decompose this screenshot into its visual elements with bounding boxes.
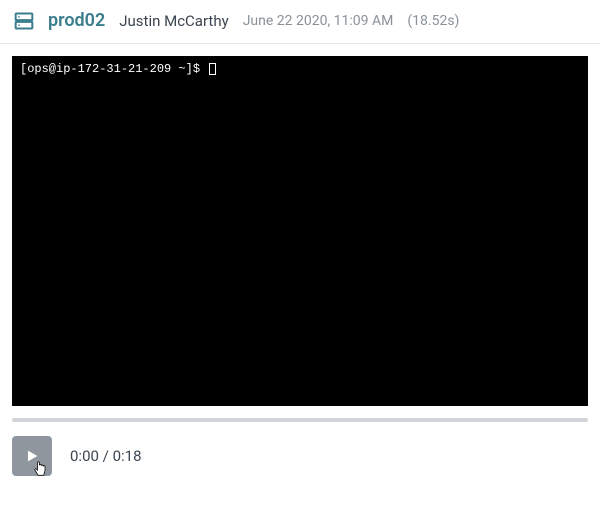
play-icon bbox=[24, 448, 40, 464]
terminal-prompt: [ops@ip-172-31-21-209 ~]$ bbox=[20, 62, 207, 76]
time-display: 0:00 / 0:18 bbox=[70, 447, 142, 465]
play-bar: 0:00 / 0:18 bbox=[12, 422, 588, 476]
progress-bar[interactable] bbox=[12, 418, 588, 422]
terminal-cursor bbox=[209, 63, 216, 75]
total-time: 0:18 bbox=[113, 447, 142, 465]
terminal-output: [ops@ip-172-31-21-209 ~]$ bbox=[12, 56, 588, 406]
time-separator: / bbox=[99, 447, 113, 465]
play-button[interactable] bbox=[12, 436, 52, 476]
current-time: 0:00 bbox=[70, 447, 99, 465]
server-icon bbox=[14, 11, 34, 31]
user-name: Justin McCarthy bbox=[119, 12, 228, 30]
player-controls: 0:00 / 0:18 bbox=[0, 418, 600, 476]
terminal-container: [ops@ip-172-31-21-209 ~]$ bbox=[0, 44, 600, 418]
session-timestamp: June 22 2020, 11:09 AM bbox=[243, 13, 394, 29]
server-name[interactable]: prod02 bbox=[48, 10, 105, 31]
session-header: prod02 Justin McCarthy June 22 2020, 11:… bbox=[0, 0, 600, 44]
session-duration: (18.52s) bbox=[407, 13, 459, 29]
